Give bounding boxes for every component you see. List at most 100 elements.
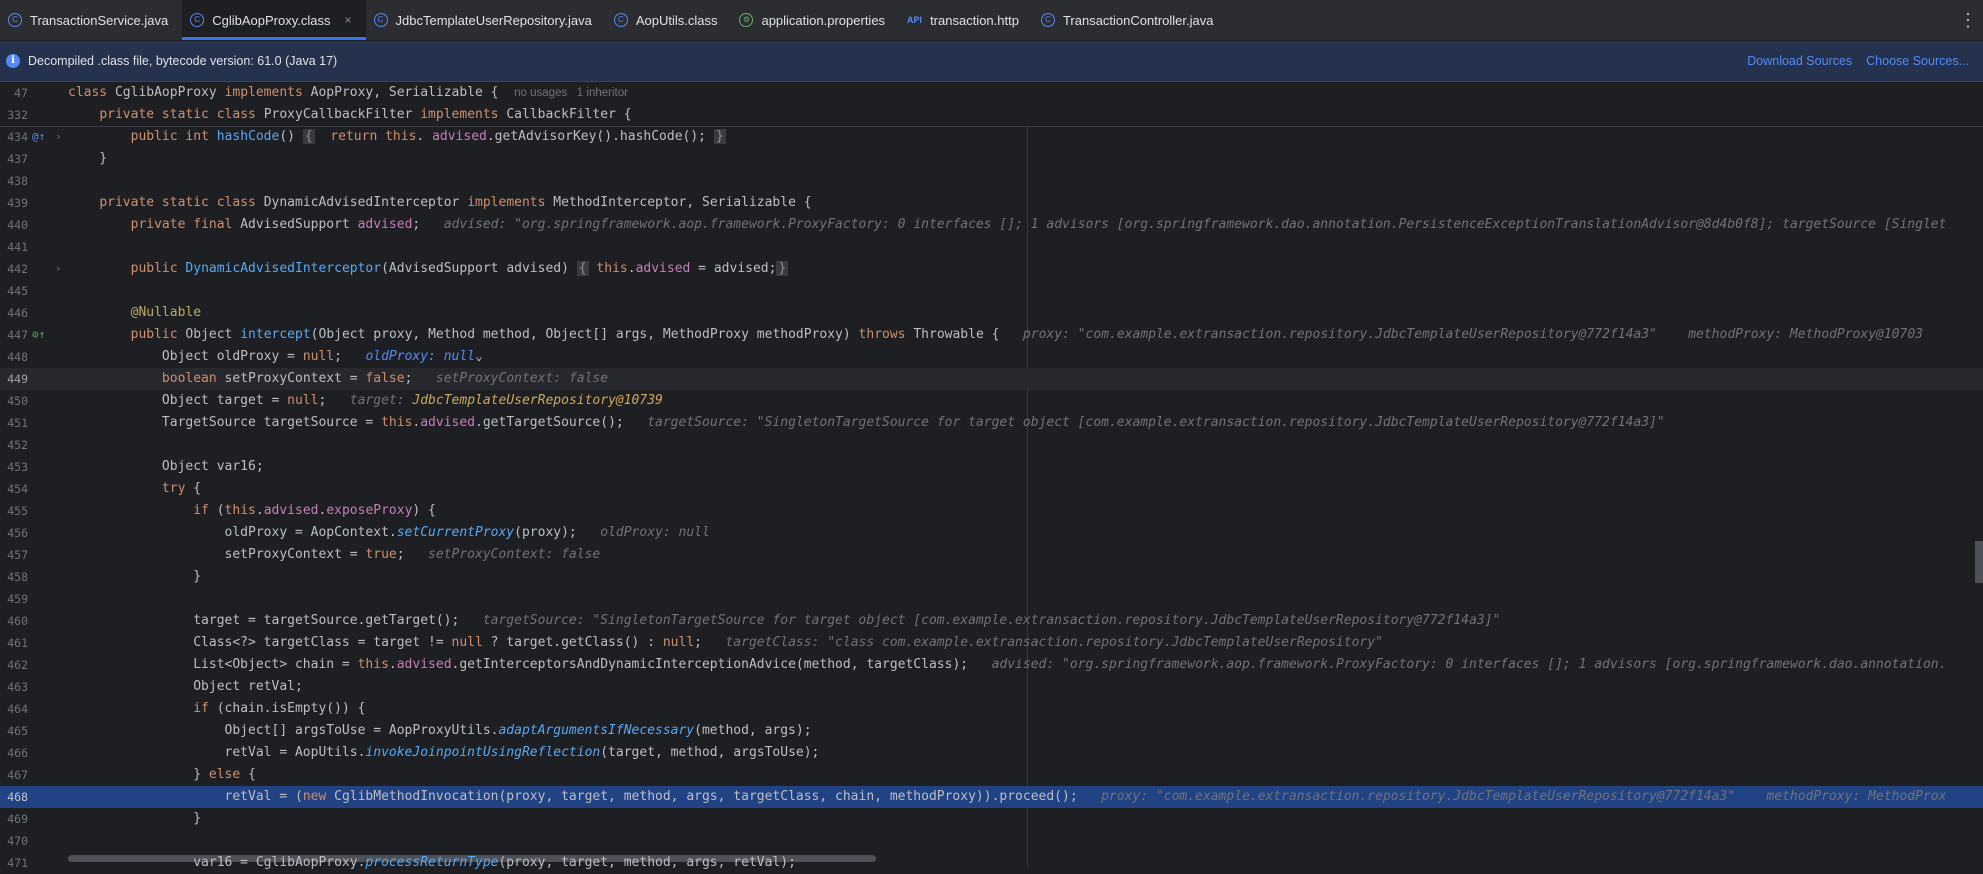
code-token: return this	[330, 129, 417, 144]
implementing-method-icon[interactable]: @↑	[32, 126, 45, 148]
code-line[interactable]: 446 @Nullable	[0, 302, 1983, 324]
line-number[interactable]: 445	[0, 280, 28, 302]
code-line[interactable]: 469 }	[0, 808, 1983, 830]
line-number[interactable]: 440	[0, 214, 28, 236]
code-line[interactable]: 440 private final AdvisedSupport advised…	[0, 214, 1983, 236]
code-line[interactable]: 451 TargetSource targetSource = this.adv…	[0, 412, 1983, 434]
line-number[interactable]: 454	[0, 478, 28, 500]
api-icon: API	[907, 15, 923, 25]
folded-region[interactable]: {	[576, 261, 589, 276]
fold-chevron-icon[interactable]: ›	[55, 126, 62, 148]
close-tab-icon[interactable]: ×	[345, 13, 352, 27]
choose-sources-link[interactable]: Choose Sources...	[1866, 54, 1969, 68]
inline-debug-value: proxy: "com.example.extransaction.reposi…	[1022, 327, 1923, 342]
code-token: ;	[318, 393, 350, 408]
tab-transactioncontroller-java[interactable]: C TransactionController.java	[1033, 0, 1228, 40]
code-line[interactable]: 459	[0, 588, 1983, 610]
code-line[interactable]: 465 Object[] argsToUse = AopProxyUtils.a…	[0, 720, 1983, 742]
code-line[interactable]: 434 @↑ › public int hashCode() { return th…	[0, 126, 1983, 148]
code-line[interactable]: 438	[0, 170, 1983, 192]
line-number[interactable]: 471	[0, 852, 28, 874]
code-line[interactable]: 460 target = targetSource.getTarget(); t…	[0, 610, 1983, 632]
tab-application-properties[interactable]: ⚙ application.properties	[731, 0, 899, 40]
code-line[interactable]: 454 try {	[0, 478, 1983, 500]
download-sources-link[interactable]: Download Sources	[1747, 54, 1852, 68]
line-number[interactable]: 465	[0, 720, 28, 742]
folded-region[interactable]: {	[302, 129, 315, 144]
line-number[interactable]: 459	[0, 588, 28, 610]
line-number[interactable]: 461	[0, 632, 28, 654]
code-line[interactable]: 463 Object retVal;	[0, 676, 1983, 698]
line-number[interactable]: 449	[0, 368, 28, 390]
line-number[interactable]: 448	[0, 346, 28, 368]
code-line[interactable]: 445	[0, 280, 1983, 302]
code-line[interactable]: 448 Object oldProxy = null; oldProxy: nu…	[0, 346, 1983, 368]
code-line[interactable]: 441	[0, 236, 1983, 258]
sticky-scroll-line[interactable]: 47 class CglibAopProxy implements AopProx…	[0, 82, 1983, 104]
line-number[interactable]: 447	[0, 324, 28, 346]
line-number[interactable]: 462	[0, 654, 28, 676]
line-number[interactable]: 456	[0, 522, 28, 544]
line-number[interactable]: 451	[0, 412, 28, 434]
line-number[interactable]: 450	[0, 390, 28, 412]
code-line[interactable]: 470	[0, 830, 1983, 852]
overriding-method-icon[interactable]: ⊙↑	[32, 324, 45, 346]
line-number[interactable]: 332	[0, 104, 28, 126]
tab-transactionservice-java[interactable]: C TransactionService.java	[0, 0, 182, 40]
line-number[interactable]: 441	[0, 236, 28, 258]
code-line[interactable]: 447 ⊙↑ public Object intercept(Object pro…	[0, 324, 1983, 346]
code-line[interactable]: 461 Class<?> targetClass = target != nul…	[0, 632, 1983, 654]
sticky-scroll-line[interactable]: 332 private static class ProxyCallbackFi…	[0, 104, 1983, 126]
code-line[interactable]: 452	[0, 434, 1983, 456]
code-line[interactable]: 464 if (chain.isEmpty()) {	[0, 698, 1983, 720]
line-number[interactable]: 442	[0, 258, 28, 280]
code-line[interactable]: 471 var16 = CglibAopProxy.processReturnT…	[0, 852, 1983, 874]
line-number[interactable]: 463	[0, 676, 28, 698]
code-text: Object target = null; target: JdbcTempla…	[68, 390, 663, 412]
line-number[interactable]: 452	[0, 434, 28, 456]
tab-jdbctemplateuserrepository-java[interactable]: C JdbcTemplateUserRepository.java	[366, 0, 606, 40]
folded-region[interactable]: }	[776, 261, 789, 276]
line-number[interactable]: 47	[0, 82, 28, 104]
code-line[interactable]: 467 } else {	[0, 764, 1983, 786]
code-line[interactable]: 457 setProxyContext = true; setProxyCont…	[0, 544, 1983, 566]
line-number[interactable]: 468	[0, 786, 28, 808]
code-line[interactable]: 453 Object var16;	[0, 456, 1983, 478]
code-line[interactable]: 468 retVal = (new CglibMethodInvocation(…	[0, 786, 1983, 808]
code-line[interactable]: 439 private static class DynamicAdvisedI…	[0, 192, 1983, 214]
code-line[interactable]: 455 if (this.advised.exposeProxy) {	[0, 500, 1983, 522]
fold-chevron-icon[interactable]: ›	[55, 258, 62, 280]
code-line[interactable]: 462 List<Object> chain = this.advised.ge…	[0, 654, 1983, 676]
line-number[interactable]: 464	[0, 698, 28, 720]
line-number[interactable]: 460	[0, 610, 28, 632]
folded-region[interactable]: }	[713, 129, 726, 144]
code-editor[interactable]: 47 class CglibAopProxy implements AopProx…	[0, 82, 1983, 870]
line-number[interactable]: 458	[0, 566, 28, 588]
line-number[interactable]: 439	[0, 192, 28, 214]
tab-cglibaopproxy-class[interactable]: C CglibAopProxy.class ×	[182, 0, 366, 40]
line-number[interactable]: 467	[0, 764, 28, 786]
code-line[interactable]: 442 › public DynamicAdvisedInterceptor(Ad…	[0, 258, 1983, 280]
code-line[interactable]: 449 boolean setProxyContext = false; set…	[0, 368, 1983, 390]
tab-transaction-http[interactable]: API transaction.http	[899, 0, 1033, 40]
line-number[interactable]: 453	[0, 456, 28, 478]
code-line[interactable]: 458 }	[0, 566, 1983, 588]
line-number[interactable]: 434	[0, 126, 28, 148]
line-number[interactable]: 446	[0, 302, 28, 324]
line-number[interactable]: 466	[0, 742, 28, 764]
code-line[interactable]: 456 oldProxy = AopContext.setCurrentProx…	[0, 522, 1983, 544]
line-number[interactable]: 438	[0, 170, 28, 192]
line-number[interactable]: 455	[0, 500, 28, 522]
more-tabs-button[interactable]: ⋮	[1953, 0, 1983, 40]
code-line[interactable]: 450 Object target = null; target: JdbcTe…	[0, 390, 1983, 412]
line-number[interactable]: 457	[0, 544, 28, 566]
line-number[interactable]: 469	[0, 808, 28, 830]
code-line[interactable]: 466 retVal = AopUtils.invokeJoinpointUsi…	[0, 742, 1983, 764]
line-number[interactable]: 470	[0, 830, 28, 852]
line-number[interactable]: 437	[0, 148, 28, 170]
code-line[interactable]: 437 }	[0, 148, 1983, 170]
tab-aoputils-class[interactable]: C AopUtils.class	[606, 0, 732, 40]
